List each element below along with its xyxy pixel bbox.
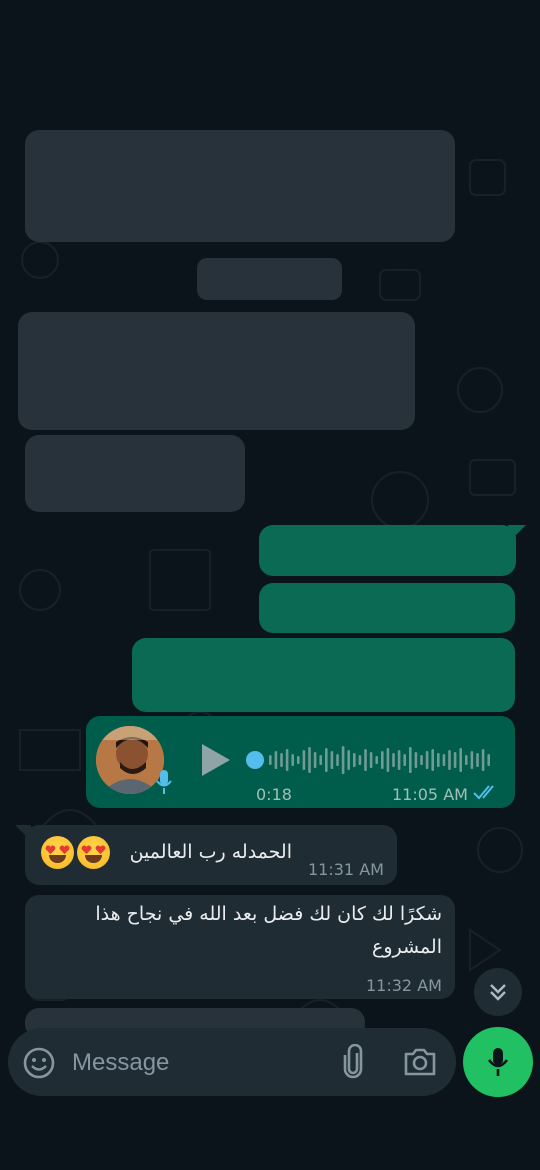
navigation-bar (0, 1105, 540, 1170)
waveform-bar (420, 755, 423, 765)
waveform-bar (274, 751, 278, 769)
waveform-bar (476, 753, 479, 767)
waveform-bar (487, 754, 490, 766)
waveform-bar (459, 748, 462, 772)
message-text: شكرًا لك كان لك فضل بعد الله في نجاح هذا… (95, 903, 442, 958)
waveform-bar (358, 755, 362, 765)
waveform-bar (302, 750, 306, 770)
redacted-outgoing-message[interactable] (259, 583, 515, 633)
waveform-bar (453, 752, 457, 768)
date-chip-redacted (197, 258, 342, 300)
waveform-bar (381, 751, 384, 769)
mic-icon (487, 1048, 509, 1076)
voice-record-button[interactable] (463, 1027, 533, 1097)
waveform-bar (392, 753, 395, 767)
scroll-to-bottom-button[interactable] (474, 968, 522, 1016)
redacted-message[interactable] (25, 130, 455, 242)
waveform-bar (313, 752, 317, 768)
waveform-bar (437, 753, 440, 767)
waveform-bar (465, 755, 468, 765)
waveform[interactable] (245, 740, 495, 780)
top-bar (0, 0, 540, 130)
waveform-bar (375, 756, 378, 764)
attach-icon[interactable] (340, 1044, 366, 1080)
waveform-bar (448, 750, 451, 770)
bubble-tail (15, 825, 31, 841)
waveform-bar (308, 747, 311, 773)
waveform-bar (269, 755, 272, 765)
double-check-read-icon (473, 785, 494, 800)
message-text: الحمدله رب العالمين (129, 841, 292, 863)
chevrons-down-icon (490, 984, 506, 1001)
emoji-icon[interactable] (22, 1046, 56, 1080)
play-icon[interactable] (198, 742, 232, 778)
waveform-bar (285, 749, 289, 771)
heart-eyes-emoji-icon (77, 836, 110, 869)
waveform-bar (325, 748, 328, 772)
voice-duration: 0:18 (256, 785, 292, 804)
waveform-bar (414, 752, 418, 768)
camera-icon[interactable] (402, 1046, 438, 1078)
waveform-bar (336, 754, 339, 766)
waveform-bar (425, 751, 429, 769)
mic-badge-icon (156, 770, 172, 794)
waveform-bar (369, 752, 373, 768)
waveform-bar (347, 750, 350, 770)
voice-timestamp: 11:05 AM (392, 785, 468, 804)
waveform-bar (341, 746, 345, 774)
waveform-bar (319, 755, 322, 765)
redacted-message[interactable] (18, 312, 415, 430)
heart-eyes-emoji-icon (41, 836, 74, 869)
waveform-bar (409, 747, 412, 773)
waveform-bar (280, 753, 283, 767)
waveform-bar (442, 754, 446, 766)
waveform-bar (403, 754, 406, 766)
redacted-outgoing-message[interactable] (259, 525, 516, 576)
waveform-bar (353, 753, 356, 767)
waveform-bar (481, 749, 485, 771)
waveform-bar (364, 749, 367, 771)
waveform-bar (386, 748, 390, 772)
waveform-bar (397, 750, 401, 770)
waveform-bar (291, 754, 294, 766)
waveform-bar (297, 756, 300, 764)
waveform-bar (330, 751, 334, 769)
waveform-bar (431, 749, 434, 771)
message-time: 11:31 AM (308, 860, 384, 879)
redacted-outgoing-message[interactable] (132, 638, 515, 712)
message-time: 11:32 AM (366, 976, 442, 995)
waveform-bar (470, 751, 474, 769)
redacted-message[interactable] (25, 435, 245, 512)
bubble-tail (508, 525, 526, 541)
message-input[interactable]: Message (72, 1049, 169, 1077)
